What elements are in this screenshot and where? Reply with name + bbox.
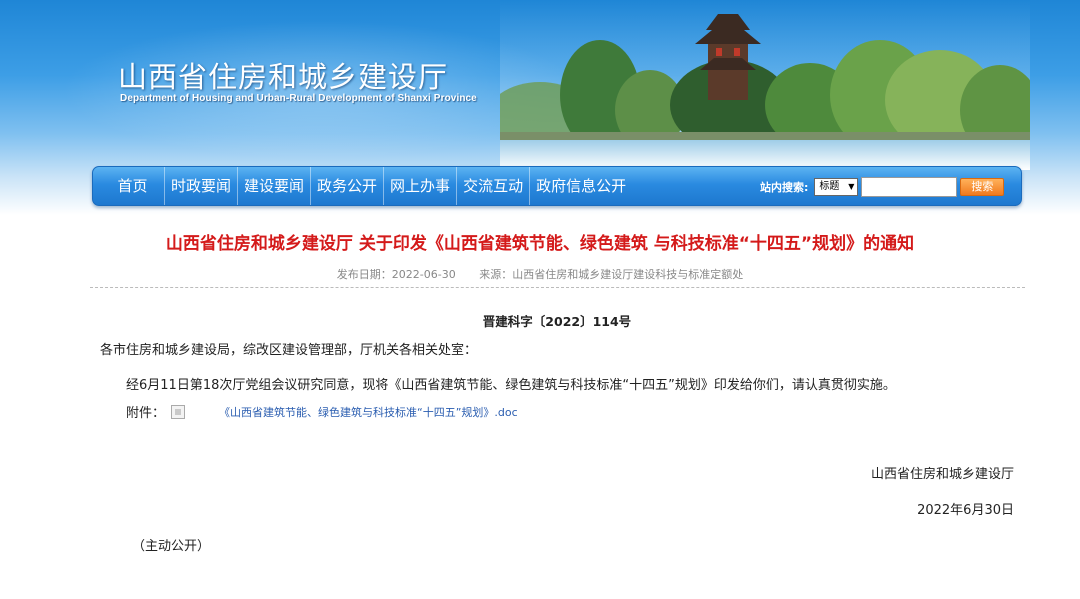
nav-item-government-info[interactable]: 政府信息公开 — [530, 167, 632, 205]
article-meta: 发布日期：2022-06-30 来源：山西省住房和城乡建设厅建设科技与标准定额处 — [0, 266, 1080, 282]
search-input[interactable] — [861, 177, 958, 197]
article-title: 山西省住房和城乡建设厅 关于印发《山西省建筑节能、绿色建筑 与科技标准“十四五”… — [165, 234, 915, 254]
site-title: 山西省住房和城乡建设厅 — [118, 60, 449, 94]
nav-item-online-services[interactable]: 网上办事 — [384, 167, 458, 205]
chevron-down-icon: ▼ — [848, 182, 855, 191]
nav-menu: 首页 时政要闻 建设要闻 政务公开 网上办事 交流互动 政府信息公开 — [101, 167, 632, 205]
attachment-row: 附件： 《山西省建筑节能、绿色建筑与科技标准“十四五”规划》.doc — [126, 402, 518, 421]
signature-date: 2022年6月30日 — [917, 503, 1014, 518]
search-scope-select[interactable]: 标题 ▼ — [814, 178, 859, 196]
broken-image-icon — [171, 404, 186, 419]
body-paragraph: 经6月11日第18次厅党组会议研究同意，现将《山西省建筑节能、绿色建筑与科技标准… — [126, 378, 896, 393]
site-subtitle: Department of Housing and Urban-Rural De… — [120, 93, 477, 104]
dashed-divider — [90, 287, 1025, 288]
nav-item-interaction[interactable]: 交流互动 — [457, 167, 531, 205]
attachment-label: 附件： — [126, 406, 166, 421]
disclosure-note: （主动公开） — [132, 539, 211, 554]
publish-date: 发布日期：2022-06-30 — [336, 268, 456, 281]
document-number: 晋建科字〔2022〕114号 — [482, 314, 632, 329]
attachment-link[interactable]: 《山西省建筑节能、绿色建筑与科技标准“十四五”规划》.doc — [219, 404, 518, 420]
nav-item-home[interactable]: 首页 — [101, 167, 165, 205]
addressee: 各市住房和城乡建设局，综改区建设管理部，厅机关各相关处室： — [100, 343, 478, 358]
search-button[interactable]: 搜索 — [960, 178, 1005, 196]
nav-item-construction-news[interactable]: 建设要闻 — [238, 167, 312, 205]
site-search: 站内搜索: 标题 ▼ 搜索 — [760, 176, 1005, 198]
main-navbar: 首页 时政要闻 建设要闻 政务公开 网上办事 交流互动 政府信息公开 站内搜索:… — [92, 166, 1022, 206]
nav-item-political-news[interactable]: 时政要闻 — [165, 167, 239, 205]
search-label: 站内搜索: — [760, 181, 809, 194]
pavilion-scenery-image — [500, 0, 1030, 170]
article-source: 来源：山西省住房和城乡建设厅建设科技与标准定额处 — [479, 268, 744, 281]
nav-item-government-affairs[interactable]: 政务公开 — [311, 167, 385, 205]
search-scope-value: 标题 — [819, 181, 840, 192]
signature-organization: 山西省住房和城乡建设厅 — [870, 467, 1014, 482]
